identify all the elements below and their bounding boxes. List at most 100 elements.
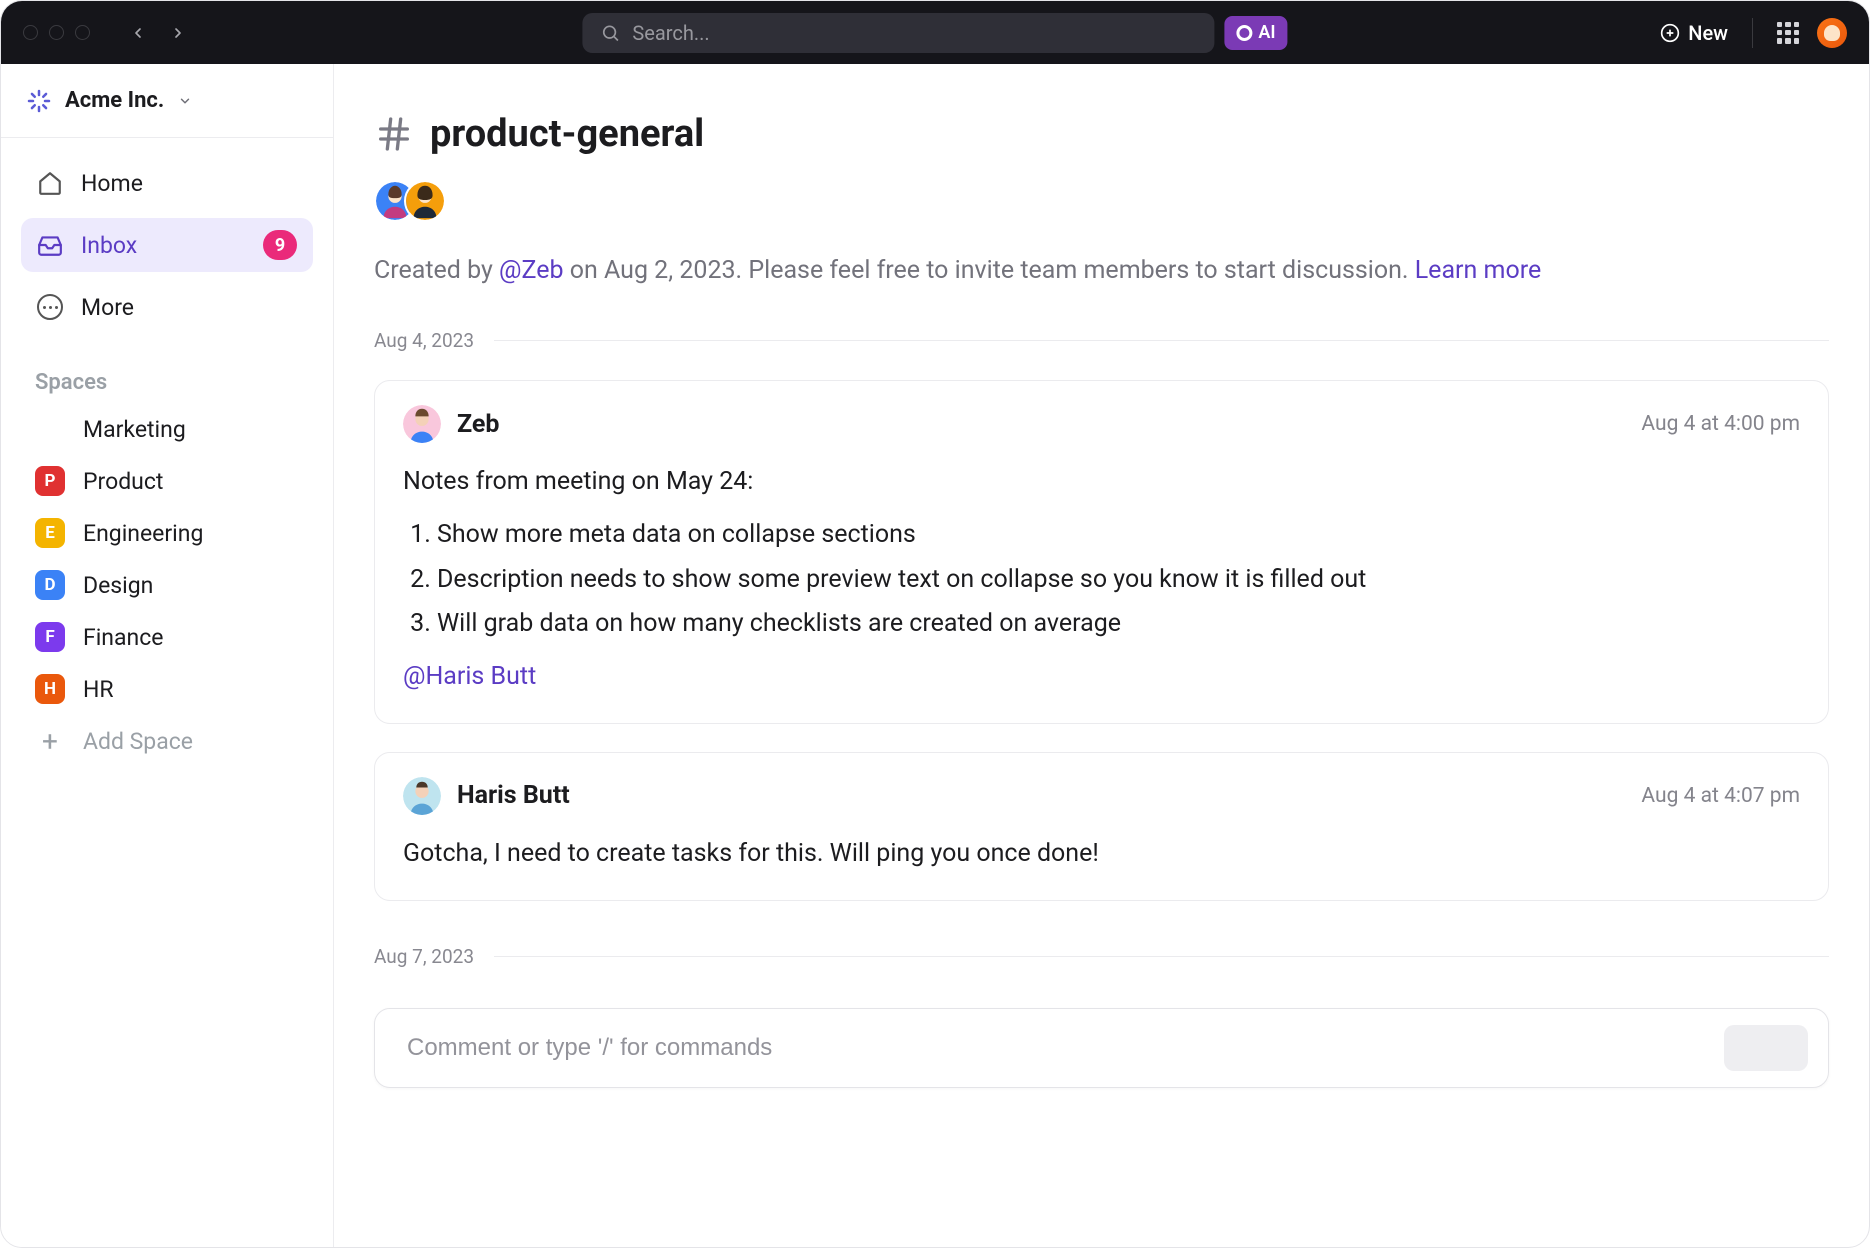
space-badge-icon: D bbox=[35, 570, 65, 600]
main-content: product-general Created by @Zeb on Aug 2… bbox=[334, 64, 1869, 1247]
channel-header: product-general bbox=[374, 112, 1829, 156]
space-badge-icon: P bbox=[35, 466, 65, 496]
workspace-name: Acme Inc. bbox=[65, 88, 164, 113]
primary-nav: Home Inbox 9 More bbox=[1, 138, 333, 344]
message-card: Zeb Aug 4 at 4:00 pm Notes from meeting … bbox=[374, 380, 1829, 724]
window-controls bbox=[23, 25, 90, 40]
chevron-down-icon bbox=[178, 94, 192, 108]
search-placeholder: Search... bbox=[632, 21, 709, 45]
nav-home[interactable]: Home bbox=[21, 156, 313, 210]
desc-prefix: Created by bbox=[374, 256, 499, 285]
composer-input[interactable] bbox=[407, 1034, 1724, 1062]
nav-more[interactable]: More bbox=[21, 280, 313, 334]
space-marketing[interactable]: D Marketing bbox=[1, 403, 333, 455]
channel-name: product-general bbox=[430, 112, 704, 156]
space-finance[interactable]: F Finance bbox=[1, 611, 333, 663]
message-body: Notes from meeting on May 24: Show more … bbox=[403, 463, 1800, 697]
hash-icon bbox=[374, 114, 414, 154]
space-label: Marketing bbox=[83, 416, 186, 443]
message-timestamp: Aug 4 at 4:00 pm bbox=[1641, 412, 1800, 436]
space-label: Engineering bbox=[83, 520, 203, 547]
divider-line bbox=[494, 340, 1829, 341]
search-icon bbox=[600, 23, 620, 43]
plus-circle-icon bbox=[1660, 23, 1680, 43]
msg1-intro: Notes from meeting on May 24: bbox=[403, 463, 1800, 502]
list-item: Description needs to show some preview t… bbox=[437, 561, 1800, 600]
history-nav bbox=[130, 25, 186, 41]
titlebar: Search... AI New bbox=[1, 1, 1869, 64]
date-label: Aug 7, 2023 bbox=[374, 945, 474, 968]
close-window-icon[interactable] bbox=[23, 25, 38, 40]
nav-forward-icon[interactable] bbox=[170, 25, 186, 41]
message-avatar bbox=[403, 405, 441, 443]
space-badge-icon: D bbox=[35, 414, 65, 444]
ai-icon bbox=[1236, 25, 1252, 41]
member-avatar bbox=[404, 180, 446, 222]
titlebar-divider bbox=[1752, 18, 1753, 48]
titlebar-right: New bbox=[1660, 18, 1847, 48]
apps-menu-icon[interactable] bbox=[1777, 22, 1799, 44]
space-label: Design bbox=[83, 572, 153, 599]
nav-more-label: More bbox=[81, 294, 134, 321]
space-hr[interactable]: H HR bbox=[1, 663, 333, 715]
profile-avatar[interactable] bbox=[1817, 18, 1847, 48]
global-search[interactable]: Search... bbox=[582, 13, 1214, 53]
spaces-list: D Marketing P Product E Engineering D De… bbox=[1, 403, 333, 715]
nav-inbox-label: Inbox bbox=[81, 232, 137, 259]
nav-back-icon[interactable] bbox=[130, 25, 146, 41]
minimize-window-icon[interactable] bbox=[49, 25, 64, 40]
app-body: Acme Inc. Home Inbox 9 More Spaces bbox=[1, 64, 1869, 1247]
message-author: Haris Butt bbox=[457, 781, 570, 810]
message-avatar bbox=[403, 777, 441, 815]
space-product[interactable]: P Product bbox=[1, 455, 333, 507]
inbox-unread-badge: 9 bbox=[263, 230, 297, 260]
desc-creator-mention[interactable]: @Zeb bbox=[499, 256, 563, 285]
space-label: HR bbox=[83, 676, 114, 703]
desc-mid: on Aug 2, 2023. Please feel free to invi… bbox=[564, 256, 1415, 285]
message-body: Gotcha, I need to create tasks for this.… bbox=[403, 835, 1800, 874]
msg2-body: Gotcha, I need to create tasks for this.… bbox=[403, 839, 1099, 868]
add-space-label: Add Space bbox=[83, 728, 193, 755]
space-badge-icon: F bbox=[35, 622, 65, 652]
divider-line bbox=[494, 956, 1829, 957]
new-label: New bbox=[1688, 21, 1728, 45]
message-card: Haris Butt Aug 4 at 4:07 pm Gotcha, I ne… bbox=[374, 752, 1829, 901]
date-divider: Aug 7, 2023 bbox=[374, 945, 1829, 968]
space-design[interactable]: D Design bbox=[1, 559, 333, 611]
workspace-logo-icon bbox=[27, 89, 51, 113]
list-item: Will grab data on how many checklists ar… bbox=[437, 605, 1800, 644]
sidebar: Acme Inc. Home Inbox 9 More Spaces bbox=[1, 64, 334, 1247]
composer-send-button[interactable] bbox=[1724, 1025, 1808, 1071]
space-badge-icon: H bbox=[35, 674, 65, 704]
msg1-list: Show more meta data on collapse sections… bbox=[437, 516, 1800, 644]
learn-more-link[interactable]: Learn more bbox=[1415, 256, 1541, 285]
list-item: Show more meta data on collapse sections bbox=[437, 516, 1800, 555]
spaces-header: Spaces bbox=[1, 344, 333, 403]
space-label: Product bbox=[83, 468, 163, 495]
channel-members[interactable] bbox=[374, 180, 1829, 222]
message-timestamp: Aug 4 at 4:07 pm bbox=[1641, 784, 1800, 808]
date-divider: Aug 4, 2023 bbox=[374, 329, 1829, 352]
app-window: Search... AI New bbox=[0, 0, 1870, 1248]
ai-button[interactable]: AI bbox=[1224, 16, 1287, 50]
message-header: Haris Butt Aug 4 at 4:07 pm bbox=[403, 777, 1800, 815]
space-badge-icon: E bbox=[35, 518, 65, 548]
inbox-icon bbox=[37, 232, 63, 258]
maximize-window-icon[interactable] bbox=[75, 25, 90, 40]
channel-description: Created by @Zeb on Aug 2, 2023. Please f… bbox=[374, 256, 1829, 285]
nav-inbox[interactable]: Inbox 9 bbox=[21, 218, 313, 272]
message-author: Zeb bbox=[457, 410, 499, 439]
home-icon bbox=[37, 170, 63, 196]
ai-label: AI bbox=[1258, 22, 1275, 43]
space-engineering[interactable]: E Engineering bbox=[1, 507, 333, 559]
more-icon bbox=[37, 294, 63, 320]
date-label: Aug 4, 2023 bbox=[374, 329, 474, 352]
workspace-switcher[interactable]: Acme Inc. bbox=[1, 64, 333, 138]
composer bbox=[374, 1008, 1829, 1088]
new-button[interactable]: New bbox=[1660, 21, 1728, 45]
plus-icon: + bbox=[35, 726, 65, 756]
space-label: Finance bbox=[83, 624, 163, 651]
add-space-button[interactable]: + Add Space bbox=[1, 715, 333, 767]
message-header: Zeb Aug 4 at 4:00 pm bbox=[403, 405, 1800, 443]
message-mention[interactable]: @Haris Butt bbox=[403, 658, 1800, 697]
